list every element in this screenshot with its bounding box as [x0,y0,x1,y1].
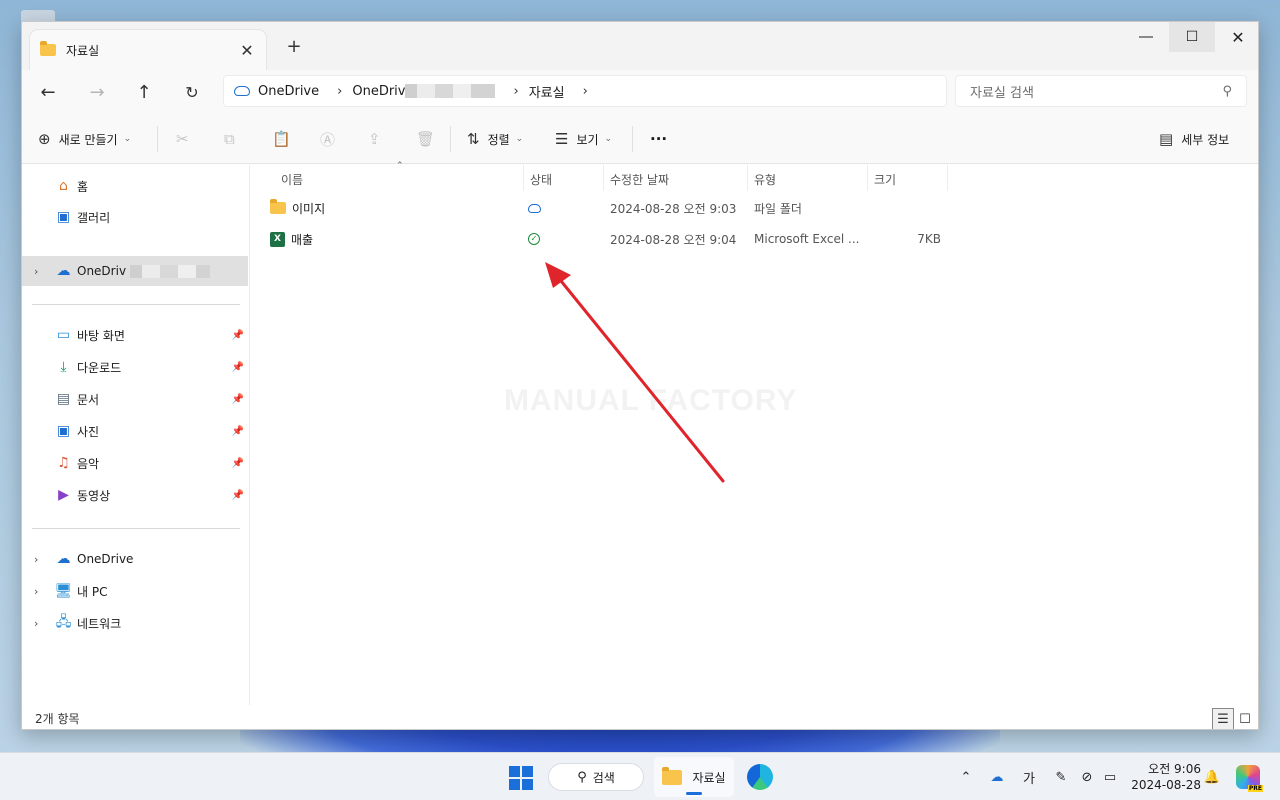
search-icon: ⚲ [577,769,587,785]
clock[interactable]: 오전 9:06 2024-08-28 [1131,761,1201,793]
windows-logo-tile [509,779,520,790]
copilot-pre-badge: PRE [1247,785,1263,792]
clock-date: 2024-08-28 [1131,778,1201,792]
battery-icon[interactable]: ▭ [1100,765,1120,789]
taskbar-explorer-label: 자료실 [692,770,726,785]
active-indicator [686,792,702,795]
taskbar-file-explorer[interactable]: 자료실 [654,757,734,797]
ime-indicator[interactable]: 가 [1019,765,1039,789]
pen-tablet-icon[interactable]: ✎ [1051,765,1071,789]
file-explorer-window: 자료실 ✕ + ― ☐ ✕ ← → ↑ ↻ OneDrive › OneDriv… [21,21,1259,730]
details-view-button[interactable]: ☰ [1212,708,1234,729]
background-window-edge [21,10,55,21]
show-hidden-icons-button[interactable]: ⌃ [957,765,975,789]
tiles-view-button[interactable]: ☐ [1234,708,1256,729]
windows-logo-tile [522,766,533,777]
taskbar-search-button[interactable]: ⚲ 검색 [548,763,644,791]
annotation-arrow [545,262,725,483]
network-disconnected-icon[interactable]: ⊘ [1077,765,1097,789]
clock-time: 오전 9:06 [1148,762,1201,776]
taskbar-search-label: 검색 [592,770,615,785]
folder-icon [662,766,683,785]
edge-browser-icon[interactable] [747,764,773,790]
copilot-icon[interactable]: PRE [1236,765,1263,792]
item-count: 2개 항목 [35,712,80,726]
taskbar: ⚲ 검색 자료실 ⌃ ☁ 가 ✎ ⊘ ▭ 오전 9:06 2024-08-28 … [0,752,1280,800]
windows-logo-tile [509,766,520,777]
windows-logo-tile [522,779,533,790]
notification-bell-icon[interactable]: 🔔 [1203,765,1221,789]
start-button[interactable] [509,766,533,790]
onedrive-tray-icon[interactable]: ☁ [987,765,1007,789]
